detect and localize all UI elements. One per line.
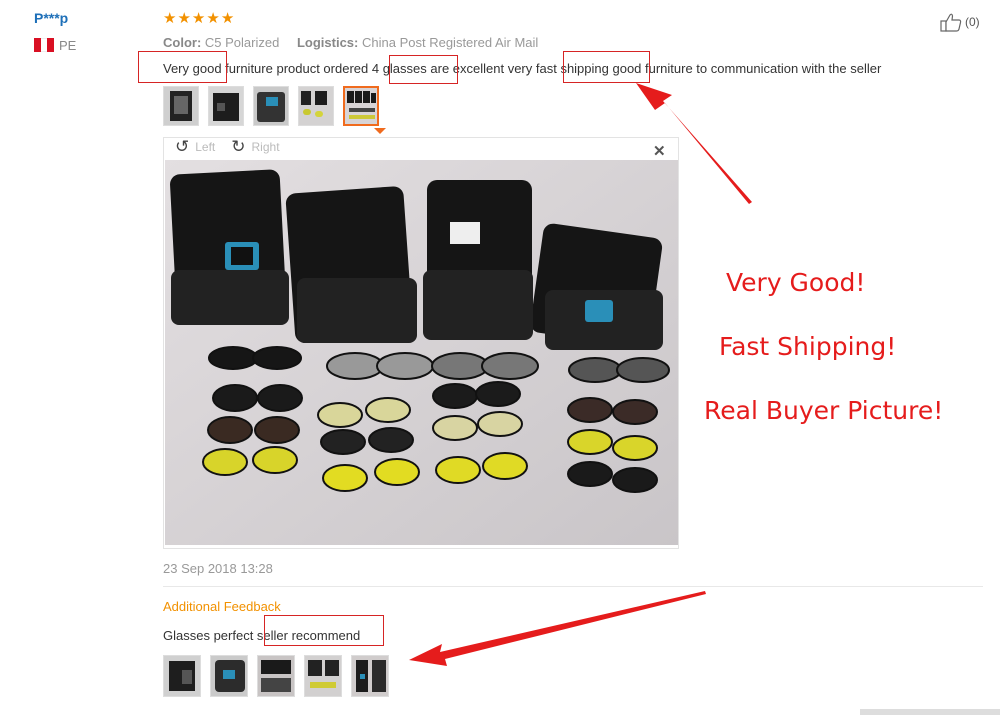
annotation-arrow xyxy=(409,591,706,666)
annotation-note: Fast Shipping! xyxy=(719,332,897,361)
annotation-note: Real Buyer Picture! xyxy=(704,396,944,425)
annotation-arrow xyxy=(636,83,752,204)
scrollbar[interactable] xyxy=(860,709,1000,715)
annotation-note: Very Good! xyxy=(726,268,866,297)
